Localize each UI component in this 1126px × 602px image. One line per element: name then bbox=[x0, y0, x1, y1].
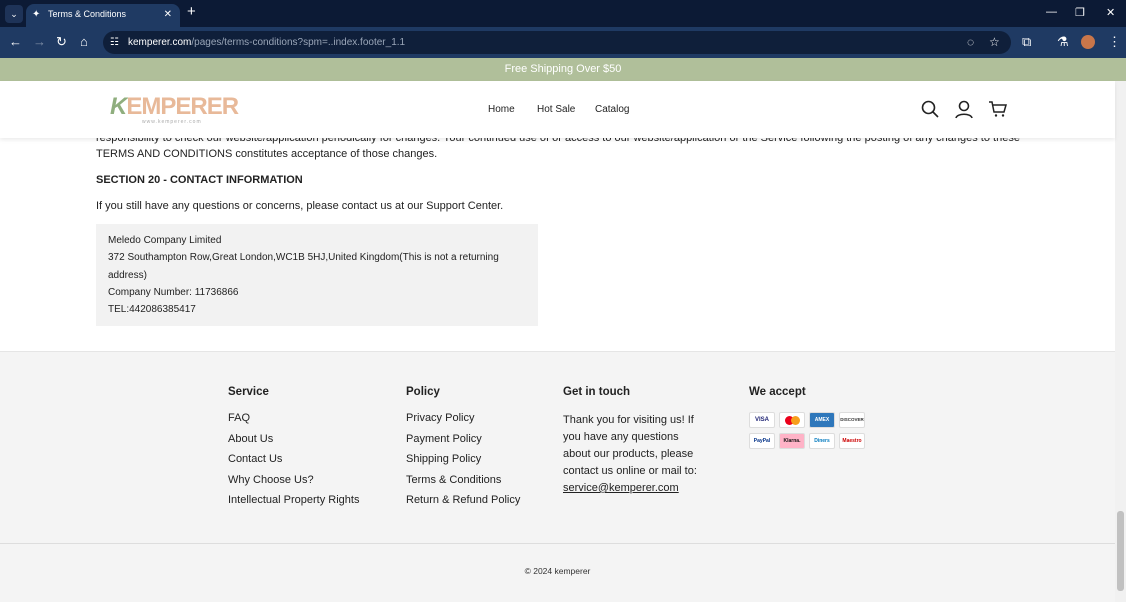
visa-icon: VISA bbox=[749, 412, 775, 428]
site-header: KEMPERER www.kemperer.com Home Hot Sale C… bbox=[0, 81, 1115, 138]
company-tel: TEL:442086385417 bbox=[108, 304, 196, 316]
paypal-icon: PayPal bbox=[749, 433, 775, 449]
copyright: © 2024 kemperer bbox=[0, 543, 1115, 576]
page-scrollbar[interactable] bbox=[1115, 81, 1126, 602]
footer-get-in-touch: Get in touch Thank you for visiting us! … bbox=[563, 386, 708, 497]
logo-sub: www.kemperer.com bbox=[142, 119, 202, 125]
account-icon[interactable] bbox=[954, 99, 974, 119]
new-tab-button[interactable]: + bbox=[187, 3, 196, 20]
tab-title: Terms & Conditions bbox=[48, 9, 127, 19]
amex-icon: AMEX bbox=[809, 412, 835, 428]
footer-heading: Service bbox=[228, 386, 269, 398]
back-icon[interactable]: ← bbox=[9, 34, 22, 49]
scrollbar-thumb[interactable] bbox=[1117, 511, 1124, 591]
footer-we-accept: We accept VISA AMEX DISCOVER PayPal Klar… bbox=[749, 386, 865, 449]
extensions-icon[interactable]: ⧉ bbox=[1022, 34, 1031, 50]
footer-link-faq[interactable]: FAQ bbox=[228, 412, 359, 424]
minimize-button[interactable]: — bbox=[1046, 6, 1057, 18]
company-address: 372 Southampton Row,Great London,WC1B 5H… bbox=[108, 252, 499, 281]
nav-catalog[interactable]: Catalog bbox=[595, 104, 629, 115]
footer-link-shipping[interactable]: Shipping Policy bbox=[406, 453, 520, 465]
logo-k: K bbox=[110, 93, 127, 120]
section-title: SECTION 20 - CONTACT INFORMATION bbox=[96, 174, 303, 186]
footer-heading: We accept bbox=[749, 386, 806, 398]
footer-link-terms[interactable]: Terms & Conditions bbox=[406, 474, 520, 486]
footer-link-about[interactable]: About Us bbox=[228, 433, 359, 445]
menu-icon[interactable]: ⋮ bbox=[1108, 34, 1121, 50]
footer-policy: Policy Privacy Policy Payment Policy Shi… bbox=[406, 386, 520, 515]
footer-service: Service FAQ About Us Contact Us Why Choo… bbox=[228, 386, 359, 515]
company-name: Meledo Company Limited bbox=[108, 235, 222, 246]
site-info-icon[interactable]: ☷ bbox=[110, 31, 119, 54]
email-link[interactable]: service@kemperer.com bbox=[563, 482, 679, 494]
profile-avatar[interactable] bbox=[1081, 35, 1095, 49]
footer-heading: Get in touch bbox=[563, 386, 631, 398]
site-logo[interactable]: KEMPERER www.kemperer.com bbox=[110, 93, 239, 125]
mastercard-icon bbox=[779, 412, 805, 428]
favicon-icon: ✦ bbox=[32, 9, 41, 20]
touch-text: Thank you for visiting us! If you have a… bbox=[563, 414, 697, 477]
footer-heading: Policy bbox=[406, 386, 440, 398]
logo-text: EMPERER bbox=[126, 93, 239, 120]
diners-icon: Diners bbox=[809, 433, 835, 449]
company-number: Company Number: 11736866 bbox=[108, 286, 239, 298]
forward-icon[interactable]: → bbox=[33, 34, 46, 49]
nav-home[interactable]: Home bbox=[488, 104, 515, 115]
footer-link-contact[interactable]: Contact Us bbox=[228, 453, 359, 465]
terms-content: responsibility to check our website/appl… bbox=[96, 130, 1020, 327]
promo-banner: Free Shipping Over $50 bbox=[0, 58, 1126, 81]
site-footer: Service FAQ About Us Contact Us Why Choo… bbox=[0, 351, 1115, 602]
footer-link-refund[interactable]: Return & Refund Policy bbox=[406, 494, 520, 506]
eye-off-icon[interactable]: ◌ bbox=[967, 31, 974, 54]
url-path: /pages/terms-conditions?spm=..index.foot… bbox=[191, 37, 406, 48]
close-window-button[interactable]: ✕ bbox=[1106, 6, 1115, 19]
address-box: Meledo Company Limited 372 Southampton R… bbox=[96, 224, 538, 327]
bookmark-star-icon[interactable]: ☆ bbox=[989, 31, 1000, 54]
maximize-button[interactable]: ❐ bbox=[1075, 6, 1085, 19]
maestro-icon: Maestro bbox=[839, 433, 865, 449]
browser-tab-bar: ⌄ ✦ Terms & Conditions ✕ + — ❐ ✕ bbox=[0, 0, 1126, 27]
terms-paragraph-line: TERMS AND CONDITIONS constitutes accepta… bbox=[96, 148, 438, 160]
footer-link-why[interactable]: Why Choose Us? bbox=[228, 474, 359, 486]
reload-icon[interactable]: ↻ bbox=[56, 34, 67, 50]
footer-link-payment[interactable]: Payment Policy bbox=[406, 433, 520, 445]
home-icon[interactable]: ⌂ bbox=[80, 34, 88, 49]
nav-hot-sale[interactable]: Hot Sale bbox=[537, 104, 575, 115]
search-icon[interactable] bbox=[920, 99, 940, 119]
tab-search-button[interactable]: ⌄ bbox=[5, 5, 23, 23]
address-bar[interactable]: ☷ kemperer.com/pages/terms-conditions?sp… bbox=[103, 31, 1011, 54]
footer-link-ip[interactable]: Intellectual Property Rights bbox=[228, 494, 359, 506]
klarna-icon: Klarna. bbox=[779, 433, 805, 449]
url-host: kemperer.com bbox=[128, 37, 192, 48]
browser-tab[interactable]: ✦ Terms & Conditions ✕ bbox=[26, 4, 180, 27]
close-tab-icon[interactable]: ✕ bbox=[164, 4, 172, 25]
cart-icon[interactable] bbox=[988, 99, 1008, 119]
discover-icon: DISCOVER bbox=[839, 412, 865, 428]
contact-text: If you still have any questions or conce… bbox=[96, 200, 504, 212]
footer-link-privacy[interactable]: Privacy Policy bbox=[406, 412, 520, 424]
browser-toolbar: ← → ↻ ⌂ ☷ kemperer.com/pages/terms-condi… bbox=[0, 27, 1126, 58]
labs-icon[interactable]: ⚗ bbox=[1057, 34, 1069, 50]
